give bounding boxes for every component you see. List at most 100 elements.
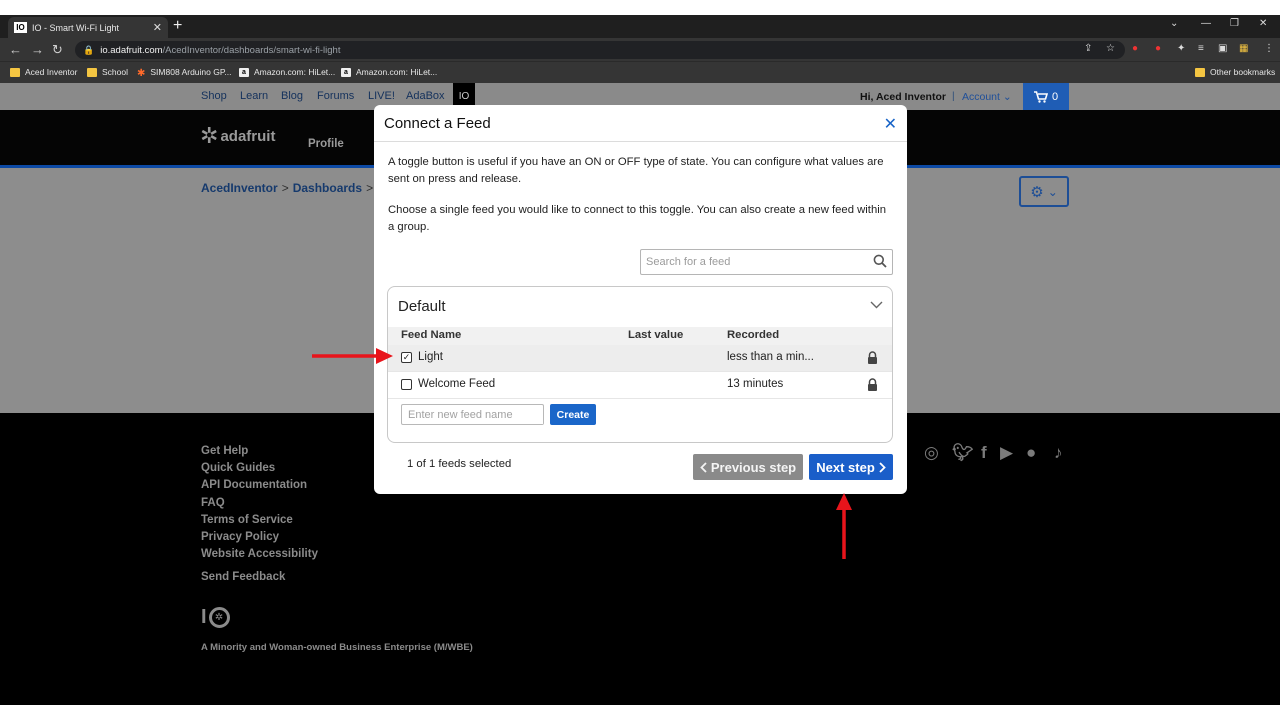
profile-link[interactable]: Profile [308,138,344,150]
amazon-icon: a [239,67,249,77]
other-bookmarks[interactable]: Other bookmarks [1195,67,1275,77]
bookmark-item[interactable]: a Amazon.com: HiLet... [239,67,335,77]
adblock-icon[interactable]: ● [1132,43,1138,54]
lock-icon [868,378,877,391]
bookmarks-bar: Aced Inventor School ✱ SIM808 Arduino GP.… [0,61,1280,83]
footer-api-docs[interactable]: API Documentation [201,479,307,491]
footer-quick-guides[interactable]: Quick Guides [201,462,275,474]
window-close-icon[interactable]: ✕ [1259,18,1267,29]
extensions-icon[interactable]: ✦ [1177,43,1185,54]
footer-accessibility[interactable]: Website Accessibility [201,548,318,560]
bookmark-item[interactable]: ✱ SIM808 Arduino GP... [137,67,232,79]
github-icon[interactable]: ● [1026,443,1036,463]
facebook-icon[interactable]: f [981,443,987,463]
share-icon[interactable]: ⇪ [1084,43,1092,54]
bookmark-label: School [102,67,128,77]
feed-checkbox[interactable] [401,379,412,390]
instagram-icon[interactable]: ◎ [924,443,939,463]
next-step-label: Next step [816,459,875,475]
reading-list-icon[interactable]: ≡ [1198,43,1204,54]
footer-get-help[interactable]: Get Help [201,445,248,457]
feed-row[interactable]: Welcome Feed 13 minutes [388,372,892,399]
previous-step-button[interactable]: Previous step [693,454,803,480]
annotation-arrow-right-icon [312,348,393,364]
side-panel-icon[interactable]: ▣ [1218,43,1227,54]
browser-toolbar: ← → ↻ 🔒 io.adafruit.com/AcedInventor/das… [0,38,1280,61]
chevron-right-icon [879,461,886,473]
tab-title: IO - Smart Wi-Fi Light [32,22,120,33]
previous-step-label: Previous step [710,459,797,475]
tab-search-icon[interactable]: ⌄ [1170,18,1178,29]
chevron-down-icon[interactable] [870,301,883,309]
nav-blog[interactable]: Blog [281,90,303,102]
connect-feed-modal: Connect a Feed ✕ A toggle button is usef… [374,105,907,494]
nav-separator: | [952,91,955,102]
back-icon[interactable]: ← [9,42,22,57]
feed-search [640,249,893,275]
nav-adabox[interactable]: AdaBox [406,90,445,102]
footer-terms[interactable]: Terms of Service [201,514,293,526]
close-tab-icon[interactable]: ✕ [153,21,162,34]
bookmark-label: SIM808 Arduino GP... [150,67,232,77]
close-icon[interactable]: ✕ [884,114,897,134]
create-feed-button[interactable]: Create [550,404,596,425]
bookmark-label: Other bookmarks [1210,67,1276,77]
bookmark-item[interactable]: a Amazon.com: HiLet... [341,67,437,77]
footer-tagline: A Minority and Woman-owned Business Ente… [201,642,473,653]
nav-learn[interactable]: Learn [240,90,268,102]
col-last-value: Last value [628,329,684,341]
twitter-icon[interactable]: 🐦︎ [952,443,974,463]
bookmark-item[interactable]: Aced Inventor [10,67,77,77]
cart-button[interactable]: 0 [1023,83,1069,110]
bookmark-item[interactable]: School [87,67,128,77]
reload-icon[interactable]: ↻ [52,42,63,58]
bookmark-star-icon[interactable]: ☆ [1106,43,1115,54]
nav-shop[interactable]: Shop [201,90,227,102]
breadcrumb-dashboards[interactable]: Dashboards [293,181,362,195]
tiktok-icon[interactable]: ♪ [1054,443,1063,463]
sim-icon: ✱ [137,67,146,79]
adafruit-logo[interactable]: ✲ adafruit [200,123,275,148]
account-menu[interactable]: Account ⌄ [962,91,1012,103]
feed-row[interactable]: ✓ Light less than a min... [388,345,892,372]
profile-icon[interactable]: ▦ [1239,43,1248,54]
next-step-button[interactable]: Next step [809,454,893,480]
cart-count: 0 [1051,90,1059,103]
search-icon[interactable] [873,254,887,268]
bookmark-label: Amazon.com: HiLet... [254,67,336,77]
io-logo-icon: I ✲ [201,605,234,629]
modal-title: Connect a Feed [384,115,491,132]
extension-red-icon[interactable]: ● [1155,43,1161,54]
breadcrumb: AcedInventor > Dashboards > [201,181,377,195]
search-input[interactable] [646,251,866,273]
address-bar[interactable]: 🔒 io.adafruit.com/AcedInventor/dashboard… [75,41,1125,59]
chevron-down-icon: ⌄ [1002,91,1012,103]
modal-divider [374,141,907,142]
star-logo-icon: ✲ [200,123,219,148]
restore-icon[interactable]: ❐ [1230,18,1239,29]
breadcrumb-separator: > [366,181,374,195]
nav-live[interactable]: LIVE! [368,90,395,102]
amazon-icon: a [341,67,351,77]
footer-privacy[interactable]: Privacy Policy [201,531,279,543]
nav-forums[interactable]: Forums [317,90,354,102]
browser-tab[interactable]: IO IO - Smart Wi-Fi Light ✕ [8,17,168,38]
breadcrumb-user[interactable]: AcedInventor [201,181,278,195]
feed-table-header: Feed Name Last value Recorded [388,327,892,345]
new-feed-field [401,404,544,425]
dashboard-settings-button[interactable]: ⚙ ⌄ [1019,176,1069,207]
favicon-icon: IO [14,22,27,33]
footer-faq[interactable]: FAQ [201,497,225,509]
greeting: Hi, Aced Inventor [860,91,946,103]
group-name: Default [398,298,446,315]
new-tab-icon[interactable]: + [173,17,182,35]
minimize-icon[interactable]: — [1201,18,1211,29]
menu-icon[interactable]: ⋮ [1264,43,1274,54]
forward-icon[interactable]: → [31,42,44,57]
folder-icon [1195,67,1205,77]
breadcrumb-separator: > [281,181,289,195]
youtube-icon[interactable]: ▶ [1000,443,1013,463]
new-feed-input[interactable] [408,406,543,424]
feed-checkbox[interactable]: ✓ [401,352,412,363]
footer-send-feedback[interactable]: Send Feedback [201,571,285,583]
